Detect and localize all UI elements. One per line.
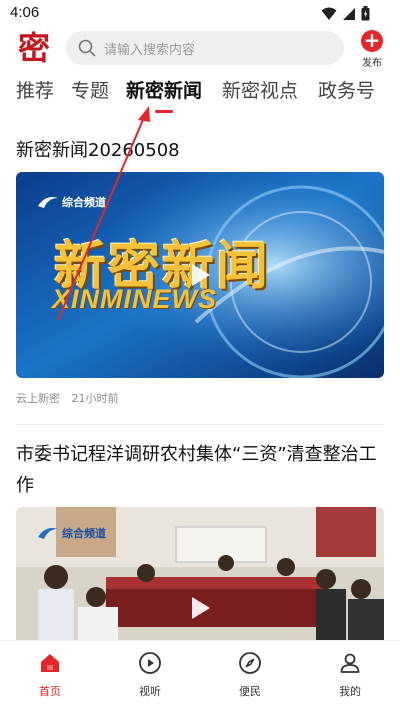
status-time: 4:06 [10, 4, 40, 21]
nav-profile[interactable]: 我的 [320, 651, 380, 699]
play-icon [192, 597, 210, 619]
nav-services[interactable]: 便民 [220, 651, 280, 699]
search-icon [78, 39, 96, 57]
signal-icon [343, 7, 355, 20]
channel-logo-icon [38, 197, 58, 208]
channel-logo: 综合频道 [38, 194, 106, 210]
tab-xinmi-viewpoint[interactable]: 新密视点 [222, 76, 298, 103]
active-tab-indicator [155, 110, 173, 113]
play-circle-icon [139, 652, 161, 674]
nav-home[interactable]: 首页 [20, 651, 80, 699]
user-icon [340, 653, 360, 673]
nav-home-label: 首页 [39, 685, 61, 698]
tab-recommend[interactable]: 推荐 [16, 76, 54, 103]
nav-services-label: 便民 [239, 685, 261, 698]
search-placeholder: 请输入搜索内容 [104, 42, 196, 58]
compass-icon [239, 652, 261, 674]
article-source: 云上新密 [16, 392, 60, 405]
status-bar: 4:06 [0, 0, 400, 28]
divider [16, 424, 384, 425]
search-input[interactable]: 请输入搜索内容 [66, 31, 344, 65]
channel-name: 综合频道 [62, 527, 106, 540]
article-title[interactable]: 新密新闻20260508 [16, 135, 386, 166]
tab-xinmi-news[interactable]: 新密新闻 [126, 76, 202, 103]
channel-tabs: 推荐 专题 新密新闻 新密视点 政务号 [0, 74, 400, 118]
article-title[interactable]: 市委书记程洋调研农村集体“三资”清查整治工作 [16, 439, 386, 501]
status-icons [321, 6, 370, 21]
video-thumbnail[interactable]: 综合频道 新密新闻 XINMINEWS [16, 172, 384, 378]
app-logo[interactable]: 密 [14, 28, 54, 68]
publish-label: 发布 [362, 58, 382, 69]
nav-profile-label: 我的 [339, 685, 361, 698]
plus-icon: + [361, 30, 383, 52]
app-header: 密 请输入搜索内容 + 发布 [0, 28, 400, 72]
tab-topics[interactable]: 专题 [71, 76, 109, 103]
publish-button[interactable]: + 发布 [358, 30, 386, 69]
channel-logo: 综合频道 [38, 525, 106, 541]
bottom-nav: 首页 视听 便民 我的 [0, 640, 400, 711]
battery-icon [361, 6, 370, 21]
play-icon [192, 264, 210, 286]
nav-media[interactable]: 视听 [120, 651, 180, 699]
banner-subtitle: XINMINEWS [52, 284, 218, 314]
article-meta: 云上新密 21小时前 [16, 390, 127, 406]
tab-government[interactable]: 政务号 [318, 76, 375, 103]
wifi-icon [321, 7, 337, 20]
channel-name: 综合频道 [62, 196, 106, 209]
nav-media-label: 视听 [139, 685, 161, 698]
channel-logo-icon [38, 528, 58, 539]
home-icon [41, 654, 59, 672]
article-time: 21小时前 [71, 392, 119, 405]
video-thumbnail[interactable]: 综合频道 [16, 507, 384, 640]
